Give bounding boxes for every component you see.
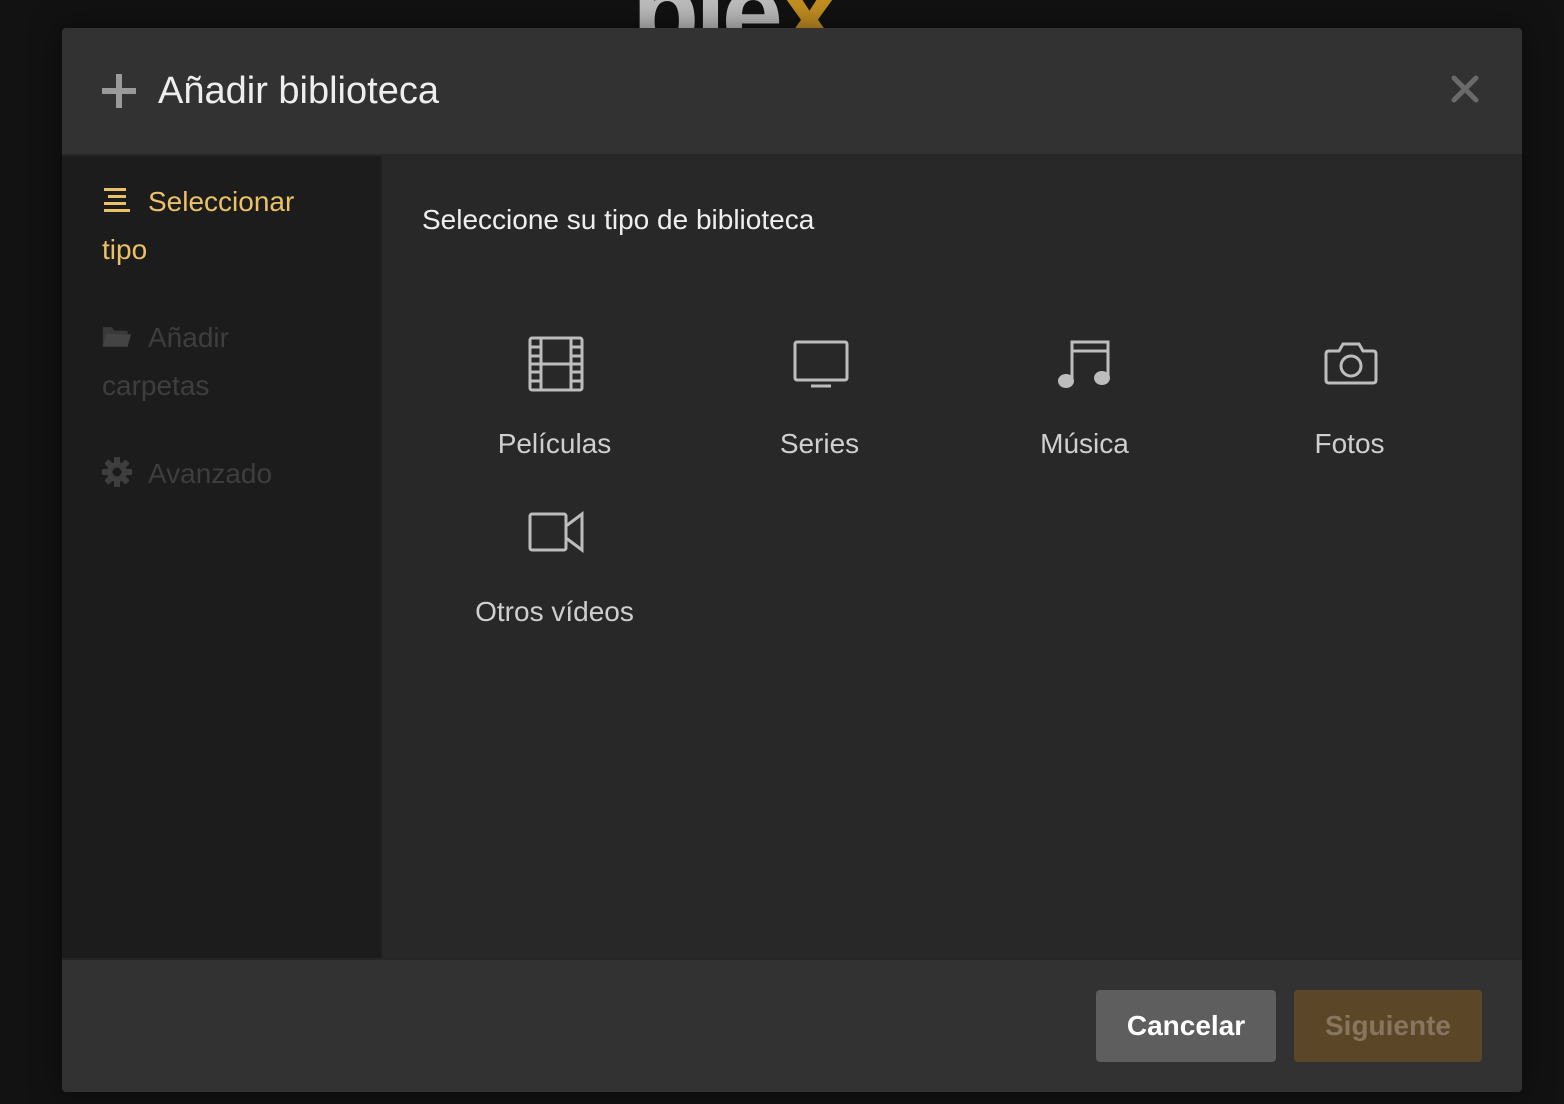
library-type-movies-label: Películas	[497, 428, 612, 459]
library-type-music-label: Música	[1040, 428, 1129, 459]
plex-logo: plex	[632, 0, 922, 28]
library-type-panel: Seleccione su tipo de biblioteca Películ…	[382, 156, 1522, 958]
close-icon[interactable]	[1450, 74, 1480, 104]
folder-icon	[102, 327, 132, 347]
plex-logo-accent: x	[779, 0, 840, 28]
modal-header: Añadir biblioteca	[62, 28, 1522, 156]
tv-icon	[793, 340, 849, 388]
plex-logo-text: ple	[632, 0, 783, 28]
step-add-folders: Añadir carpetas	[102, 314, 342, 410]
camera-icon	[1324, 342, 1378, 385]
library-type-other-videos[interactable]: Otros vídeos	[422, 504, 687, 654]
library-type-series[interactable]: Series	[687, 336, 952, 486]
library-type-movies[interactable]: Películas	[422, 336, 687, 486]
step-select-type[interactable]: Seleccionar tipo	[102, 178, 342, 274]
wizard-steps-sidebar: Seleccionar tipo Añadir carpetas Avanzad…	[62, 156, 382, 958]
step-advanced-label: Avanzado	[148, 458, 273, 489]
list-icon	[104, 188, 130, 212]
modal-title: Añadir biblioteca	[158, 70, 439, 112]
music-icon	[1058, 340, 1110, 388]
library-type-photos-label: Fotos	[1314, 428, 1385, 459]
modal-footer: Cancelar Siguiente	[62, 958, 1522, 1092]
library-type-music[interactable]: Música	[952, 336, 1217, 486]
cancel-button[interactable]: Cancelar	[1096, 990, 1276, 1062]
video-camera-icon	[528, 511, 584, 553]
library-type-heading: Seleccione su tipo de biblioteca	[422, 204, 815, 235]
gear-icon	[102, 457, 132, 487]
add-library-modal: Añadir biblioteca Seleccionar tipo Añadi…	[62, 28, 1522, 1092]
library-type-series-label: Series	[779, 428, 860, 459]
film-icon	[528, 336, 584, 392]
library-type-photos[interactable]: Fotos	[1217, 336, 1482, 486]
next-button[interactable]: Siguiente	[1294, 990, 1482, 1062]
library-type-other-videos-label: Otros vídeos	[475, 596, 634, 627]
step-advanced: Avanzado	[102, 450, 342, 498]
plus-icon	[102, 74, 136, 108]
